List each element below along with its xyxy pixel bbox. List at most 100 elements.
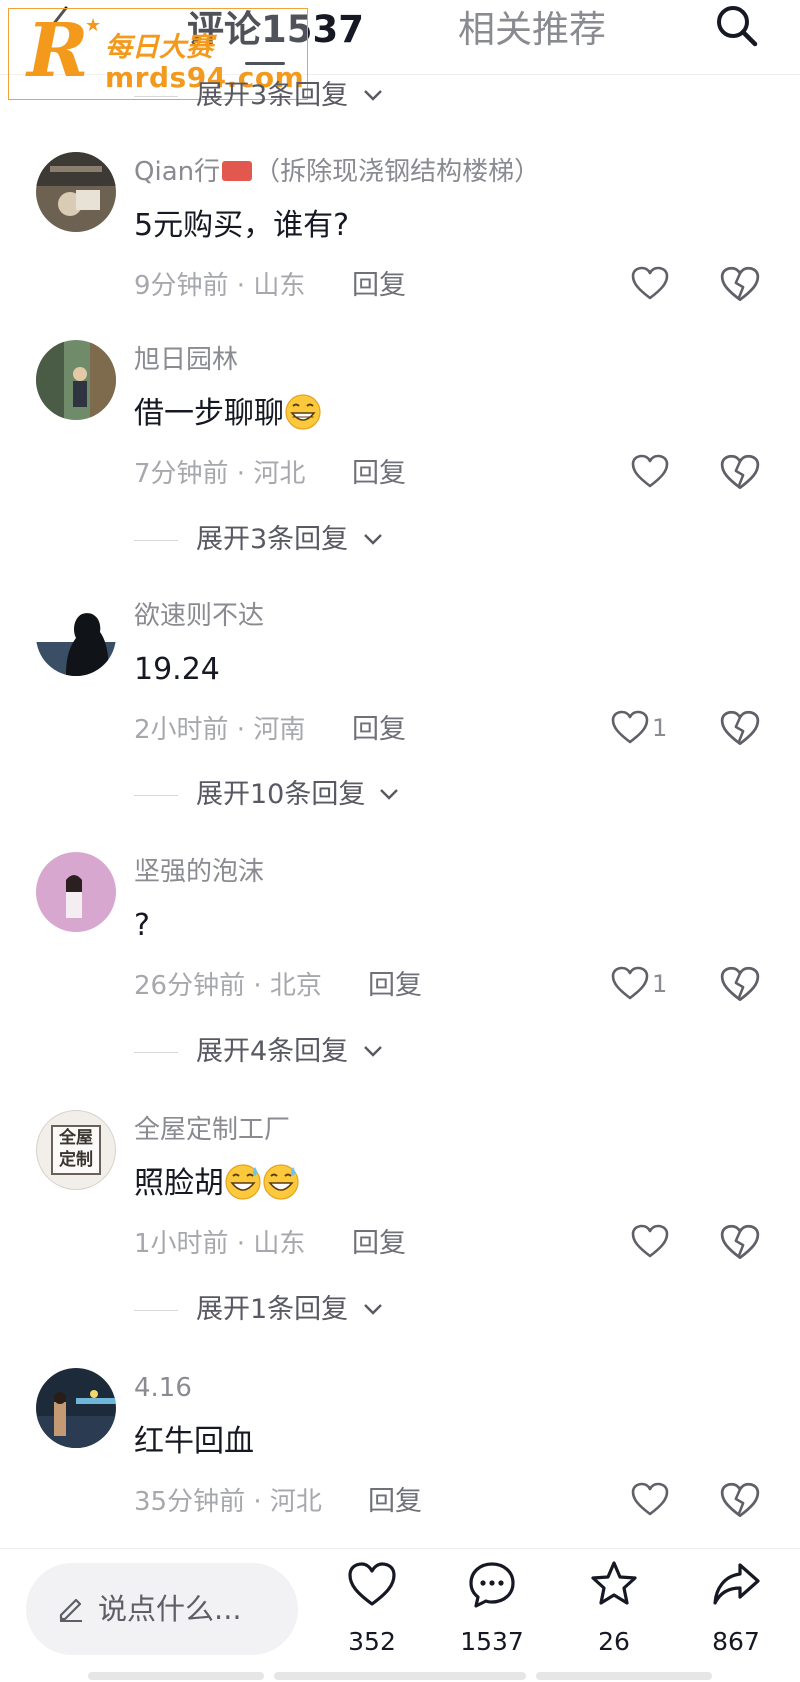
broken-heart-icon[interactable] xyxy=(719,452,761,494)
bottom-action-bar: 说点什么... 352 1537 26 867 xyxy=(0,1548,800,1682)
comment-meta: 7分钟前 · 河北 xyxy=(134,459,306,489)
expand-replies-label: 展开1条回复 xyxy=(196,1294,349,1325)
favorite-count: 26 xyxy=(598,1627,630,1656)
comment-meta: 9分钟前 · 山东 xyxy=(134,271,306,301)
comment-count: 1537 xyxy=(460,1627,524,1656)
like-button[interactable] xyxy=(630,452,670,496)
chevron-down-icon xyxy=(364,534,382,545)
chevron-down-icon xyxy=(364,1304,382,1315)
comment-text: 红牛回血 xyxy=(134,1424,254,1459)
avatar[interactable] xyxy=(36,152,116,232)
like-action-button[interactable]: 352 xyxy=(322,1559,422,1669)
heart-icon xyxy=(348,1562,396,1606)
comment-item: 坚强的泡沫 ? 26分钟前 · 北京 回复 1 xyxy=(0,852,800,1072)
avatar[interactable]: 全屋 定制 xyxy=(36,1110,116,1190)
divider-line xyxy=(134,795,178,796)
divider-line xyxy=(134,1310,178,1311)
broken-heart-icon[interactable] xyxy=(719,708,761,750)
comment-username[interactable]: Qian行 （拆除现浇钢结构楼梯） xyxy=(134,154,540,190)
comment-username[interactable]: 4.16 xyxy=(134,1370,192,1406)
heart-icon xyxy=(611,710,649,744)
comment-username[interactable]: 坚强的泡沫 xyxy=(134,854,264,890)
divider-line xyxy=(134,96,178,97)
comment-input-placeholder: 说点什么... xyxy=(98,1592,242,1626)
comment-item: Qian行 （拆除现浇钢结构楼梯） 5元购买，谁有? 9分钟前 · 山东 回复 xyxy=(0,152,800,372)
comment-text: ? xyxy=(134,908,150,943)
comment-bubble-icon xyxy=(469,1562,515,1608)
comment-meta: 2小时前 · 河南 xyxy=(134,715,306,745)
expand-replies-label: 展开3条回复 xyxy=(196,80,349,111)
comment-item: 旭日园林 借一步聊聊 7分钟前 · 河北 回复 xyxy=(0,340,800,560)
watermark-r-logo: R xyxy=(27,8,89,94)
expand-replies-label: 展开10条回复 xyxy=(196,779,366,810)
expand-replies-label: 展开4条回复 xyxy=(196,1036,349,1067)
reply-button[interactable]: 回复 xyxy=(368,1482,422,1522)
avatar-text: 定制 xyxy=(59,1150,93,1170)
broken-heart-icon[interactable] xyxy=(719,1480,761,1522)
comment-text: 5元购买，谁有? xyxy=(134,208,350,243)
share-arrow-icon xyxy=(713,1563,760,1605)
comment-username[interactable]: 欲速则不达 xyxy=(134,598,264,634)
grin-emoji-icon xyxy=(285,393,321,430)
comment-username[interactable]: 全屋定制工厂 xyxy=(134,1112,290,1148)
avatar[interactable] xyxy=(36,1368,116,1448)
comment-text: 借一步聊聊 xyxy=(134,392,322,436)
avatar-text: 全屋 xyxy=(59,1128,93,1148)
like-button[interactable] xyxy=(630,264,670,308)
reply-button[interactable]: 回复 xyxy=(352,266,406,306)
like-count: 1 xyxy=(652,714,668,742)
comment-meta: 26分钟前 · 北京 xyxy=(134,971,322,1001)
sweat-grin-emoji-icon xyxy=(225,1163,261,1200)
chevron-down-icon xyxy=(364,1046,382,1057)
chevron-down-icon xyxy=(380,789,398,800)
reply-button[interactable]: 回复 xyxy=(352,1224,406,1264)
like-count: 352 xyxy=(348,1627,396,1656)
heart-icon xyxy=(631,266,669,300)
divider-line xyxy=(134,540,178,541)
star-icon: ★ xyxy=(85,15,102,36)
pencil-icon xyxy=(59,1598,82,1622)
china-flag-icon xyxy=(222,160,253,181)
broken-heart-icon[interactable] xyxy=(719,264,761,306)
reply-button[interactable]: 回复 xyxy=(352,454,406,494)
watermark-name: 每日大赛 xyxy=(105,32,213,63)
like-button[interactable] xyxy=(630,1222,670,1266)
reply-button[interactable]: 回复 xyxy=(352,710,406,750)
broken-heart-icon[interactable] xyxy=(719,964,761,1006)
like-button[interactable]: 1 xyxy=(610,708,667,752)
comment-username[interactable]: 旭日园林 xyxy=(134,342,238,378)
divider-line xyxy=(134,1052,178,1053)
reply-button[interactable]: 回复 xyxy=(368,966,422,1006)
gesture-bar xyxy=(274,1672,526,1680)
comment-item: 全屋 定制 全屋定制工厂 照脸胡 1小时前 · 山东 回复 xyxy=(0,1110,800,1330)
favorite-action-button[interactable]: 26 xyxy=(564,1559,664,1669)
comment-text: 照脸胡 xyxy=(134,1162,300,1206)
avatar[interactable] xyxy=(36,596,116,676)
gesture-bar xyxy=(88,1672,264,1680)
avatar[interactable] xyxy=(36,340,116,420)
avatar[interactable] xyxy=(36,852,116,932)
comment-input[interactable]: 说点什么... xyxy=(26,1563,298,1655)
heart-icon xyxy=(631,1224,669,1258)
gesture-bar xyxy=(536,1672,712,1680)
like-button[interactable]: 1 xyxy=(610,964,667,1008)
heart-icon xyxy=(631,1482,669,1516)
comment-action-button[interactable]: 1537 xyxy=(442,1559,542,1669)
comment-meta: 35分钟前 · 河北 xyxy=(134,1487,322,1517)
share-action-button[interactable]: 867 xyxy=(686,1559,786,1669)
chevron-down-icon xyxy=(364,90,382,101)
share-count: 867 xyxy=(712,1627,760,1656)
star-icon xyxy=(591,1561,637,1605)
search-icon[interactable] xyxy=(712,2,762,52)
comment-item: 欲速则不达 19.24 2小时前 · 河南 回复 1 xyxy=(0,596,800,816)
comment-meta: 1小时前 · 山东 xyxy=(134,1229,306,1259)
comment-text: 19.24 xyxy=(134,652,220,687)
like-count: 1 xyxy=(652,970,668,998)
broken-heart-icon[interactable] xyxy=(719,1222,761,1264)
heart-icon xyxy=(631,454,669,488)
sweat-grin-emoji-icon xyxy=(263,1163,299,1200)
like-button[interactable] xyxy=(630,1480,670,1524)
heart-icon xyxy=(611,966,649,1000)
tab-related[interactable]: 相关推荐 xyxy=(458,8,606,52)
expand-replies-label: 展开3条回复 xyxy=(196,524,349,555)
